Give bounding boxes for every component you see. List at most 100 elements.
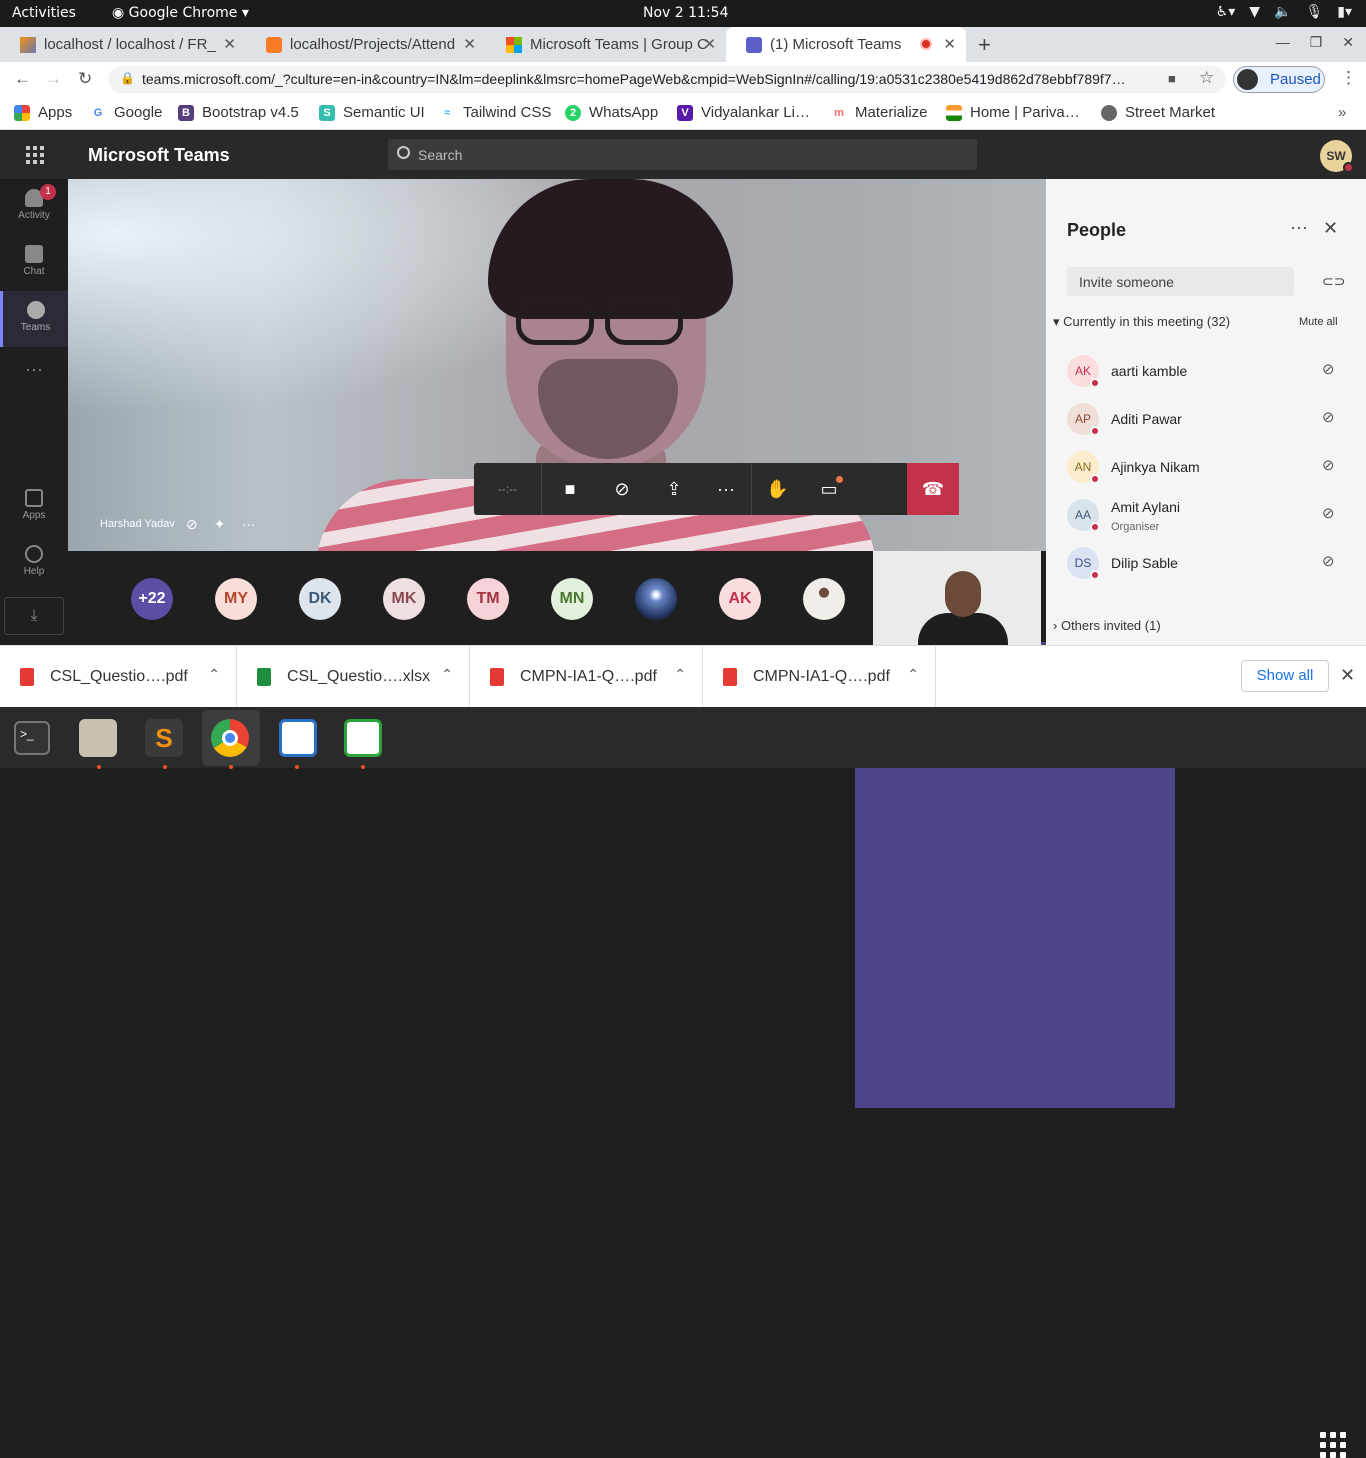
chevron-up-icon[interactable]: ⌃ [674, 666, 686, 683]
camera-icon[interactable]: ■ [1168, 71, 1176, 86]
search-input[interactable]: Search [388, 139, 977, 170]
participant-avatar[interactable]: +22 [131, 578, 173, 620]
address-bar[interactable]: 🔒 teams.microsoft.com/_?culture=en-in&co… [108, 66, 1226, 93]
libreoffice-writer-icon[interactable] [279, 719, 317, 757]
participant-avatar[interactable]: MK [383, 578, 425, 620]
bookmark-star-icon[interactable]: ☆ [1199, 68, 1214, 88]
participant-row[interactable]: AA Amit Aylani Organiser ⊘ [1046, 493, 1366, 541]
chrome-icon[interactable] [211, 719, 249, 757]
people-more-icon[interactable]: ··· [1290, 217, 1308, 238]
share-screen-icon[interactable]: ⇪ [648, 463, 700, 515]
hang-up-icon[interactable]: ☎ [907, 463, 959, 515]
rail-activity[interactable]: 1 Activity [0, 179, 68, 235]
libreoffice-calc-icon[interactable] [344, 719, 382, 757]
rail-help[interactable]: Help [0, 535, 68, 591]
copy-link-icon[interactable]: ⊂⊃ [1322, 273, 1345, 290]
close-panel-icon[interactable]: ✕ [1323, 218, 1338, 239]
profile-button[interactable]: Paused [1233, 66, 1325, 93]
rail-chat[interactable]: Chat [0, 235, 68, 291]
download-item[interactable]: CSL_Questio….pdf ⌃ [0, 646, 237, 708]
show-applications-icon[interactable] [1320, 1432, 1346, 1458]
tab-projects[interactable]: localhost/Projects/Attend ✕ [246, 27, 486, 62]
system-tray[interactable]: ♿▾ ▼ 🔈 🎙 ▮▾ [1216, 4, 1352, 20]
bookmark-street-market[interactable]: Street Market [1101, 104, 1215, 121]
chat-toggle-icon[interactable]: ▭ [803, 463, 855, 515]
bookmark-tailwind[interactable]: ≈ Tailwind CSS [439, 104, 551, 121]
bookmarks-overflow-icon[interactable]: » [1338, 104, 1346, 121]
files-icon[interactable] [79, 719, 117, 757]
more-actions-icon[interactable]: ··· [700, 463, 752, 515]
participant-avatar[interactable] [803, 578, 845, 620]
self-video[interactable] [873, 551, 1041, 645]
download-item[interactable]: CMPN-IA1-Q….pdf ⌃ [703, 646, 936, 708]
mic-muted-icon[interactable]: ⊘ [1322, 408, 1335, 426]
back-icon[interactable]: ← [14, 69, 31, 89]
tab-teams-group[interactable]: Microsoft Teams | Group C ✕ [486, 27, 726, 62]
current-meeting-toggle[interactable]: ▾ Currently in this meeting (32) [1053, 314, 1230, 330]
chevron-up-icon[interactable]: ⌃ [907, 666, 919, 683]
invite-input[interactable]: Invite someone [1067, 267, 1294, 296]
mic-toggle-icon[interactable]: ⊘ [596, 463, 648, 515]
mute-all-button[interactable]: Mute all [1299, 316, 1338, 328]
pin-icon[interactable]: ✦ [214, 516, 226, 533]
close-downloads-icon[interactable]: ✕ [1340, 665, 1355, 686]
camera-toggle-icon[interactable]: ■ [544, 463, 596, 515]
tab-teams-active[interactable]: (1) Microsoft Teams ✕ [726, 27, 966, 62]
bookmark-semantic[interactable]: S Semantic UI [319, 104, 425, 121]
activities-button[interactable]: Activities [12, 5, 76, 21]
bookmark-google[interactable]: G Google [90, 104, 162, 121]
rail-teams[interactable]: Teams [0, 291, 68, 347]
participant-row[interactable]: DS Dilip Sable ⊘ [1046, 541, 1366, 589]
new-tab-button[interactable]: + [978, 32, 991, 58]
mic-muted-icon[interactable]: ⊘ [1322, 504, 1335, 522]
participant-avatar[interactable] [635, 578, 677, 620]
participant-avatar[interactable]: TM [467, 578, 509, 620]
tab-phpmyadmin[interactable]: localhost / localhost / FR_ ✕ [0, 27, 246, 62]
accessibility-icon[interactable]: ♿▾ [1216, 4, 1236, 20]
minimize-icon[interactable]: — [1276, 34, 1290, 51]
participant-avatar[interactable]: MN [551, 578, 593, 620]
mic-muted-icon[interactable]: ⊘ [1322, 552, 1335, 570]
download-item[interactable]: CMPN-IA1-Q….pdf ⌃ [470, 646, 703, 708]
close-tab-icon[interactable]: ✕ [703, 35, 716, 53]
more-options-icon[interactable]: ··· [241, 516, 255, 533]
user-avatar[interactable]: SW [1320, 140, 1354, 173]
chevron-up-icon[interactable]: ⌃ [208, 666, 220, 683]
participant-row[interactable]: AK aarti kamble ⊘ [1046, 349, 1366, 397]
bookmark-whatsapp[interactable]: 2 WhatsApp [565, 104, 658, 121]
rail-apps[interactable]: Apps [0, 479, 68, 535]
bookmark-bootstrap[interactable]: B Bootstrap v4.5 [178, 104, 299, 121]
bookmark-materialize[interactable]: m Materialize [831, 104, 928, 121]
close-window-icon[interactable]: ✕ [1342, 34, 1354, 51]
bookmark-apps[interactable]: Apps [14, 104, 72, 121]
reload-icon[interactable]: ↻ [78, 69, 92, 89]
forward-icon[interactable]: → [45, 69, 62, 89]
bookmark-vidyalankar[interactable]: V Vidyalankar Li… [677, 104, 810, 121]
app-launcher-icon[interactable] [26, 146, 44, 164]
download-item[interactable]: CSL_Questio….xlsx ⌃ [237, 646, 470, 708]
participant-avatar[interactable]: DK [299, 578, 341, 620]
app-menu[interactable]: ◉ Google Chrome ▾ [112, 5, 249, 21]
close-tab-icon[interactable]: ✕ [943, 35, 956, 53]
download-app-icon[interactable]: ⤓ [4, 597, 64, 635]
participant-avatar[interactable]: AK [719, 578, 761, 620]
participant-row[interactable]: AP Aditi Pawar ⊘ [1046, 397, 1366, 445]
running-indicator [163, 765, 167, 769]
maximize-icon[interactable]: ❐ [1310, 34, 1323, 51]
rail-more-icon[interactable]: ··· [0, 359, 68, 415]
participant-avatar[interactable]: MY [215, 578, 257, 620]
mic-muted-icon[interactable]: ⊘ [1322, 360, 1335, 378]
clock[interactable]: Nov 2 11:54 [643, 5, 728, 21]
terminal-icon[interactable]: >_ [14, 721, 50, 755]
bookmark-parivar[interactable]: Home | Pariva… [946, 104, 1080, 121]
close-tab-icon[interactable]: ✕ [223, 35, 236, 53]
close-tab-icon[interactable]: ✕ [463, 35, 476, 53]
others-invited-toggle[interactable]: › Others invited (1) [1053, 618, 1161, 633]
menu-icon[interactable]: ⋮ [1340, 68, 1357, 88]
chevron-up-icon[interactable]: ⌃ [441, 666, 453, 683]
sublime-text-icon[interactable]: S [145, 719, 183, 757]
raise-hand-icon[interactable]: ✋ [751, 463, 803, 515]
mic-muted-icon[interactable]: ⊘ [1322, 456, 1335, 474]
participant-row[interactable]: AN Ajinkya Nikam ⊘ [1046, 445, 1366, 493]
show-all-button[interactable]: Show all [1241, 660, 1329, 692]
